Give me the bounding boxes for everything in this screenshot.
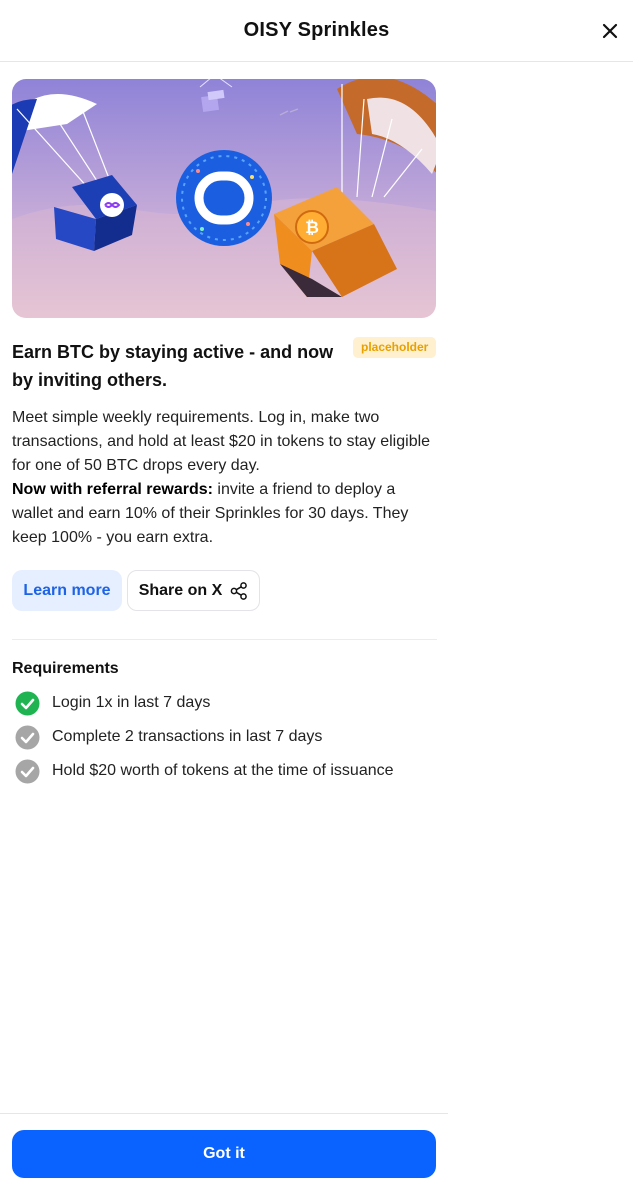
share-on-x-label: Share on X <box>138 581 223 599</box>
requirements-list: Login 1x in last 7 days Complete 2 trans… <box>15 686 394 788</box>
requirement-label: Complete 2 transactions in last 7 days <box>52 728 323 745</box>
requirement-label: Login 1x in last 7 days <box>52 694 211 711</box>
requirements-title: Requirements <box>12 660 119 677</box>
got-it-button[interactable]: Got it <box>12 1130 436 1178</box>
share-icon <box>230 581 248 600</box>
check-complete-icon <box>15 691 40 715</box>
requirement-item: Complete 2 transactions in last 7 days <box>15 720 394 754</box>
share-on-x-button[interactable]: Share on X <box>127 570 260 611</box>
description-text: Meet simple weekly requirements. Log in,… <box>12 409 431 474</box>
close-button[interactable] <box>595 16 625 46</box>
requirement-item: Login 1x in last 7 days <box>15 686 394 720</box>
close-icon <box>602 23 618 39</box>
hero-illustration: ₿ <box>12 79 436 318</box>
svg-text:₿: ₿ <box>305 218 319 238</box>
campaign-description: Meet simple weekly requirements. Log in,… <box>12 406 437 550</box>
requirement-label: Hold $20 worth of tokens at the time of … <box>52 762 394 779</box>
check-pending-icon <box>15 759 40 783</box>
campaign-headline: Earn BTC by staying active - and now by … <box>12 342 334 390</box>
check-pending-icon <box>15 725 40 749</box>
section-divider <box>12 639 437 640</box>
modal-title: OISY Sprinkles <box>243 19 390 41</box>
modal-header: OISY Sprinkles <box>0 0 633 62</box>
status-badge: placeholder <box>353 337 437 358</box>
referral-paragraph: Now with referral rewards: invite a frie… <box>12 478 437 550</box>
footer-divider <box>0 1113 448 1114</box>
requirement-item: Hold $20 worth of tokens at the time of … <box>15 754 394 788</box>
oisy-coin-icon <box>176 150 272 246</box>
referral-label: Now with referral rewards: <box>12 481 213 498</box>
learn-more-button[interactable]: Learn more <box>12 570 122 611</box>
